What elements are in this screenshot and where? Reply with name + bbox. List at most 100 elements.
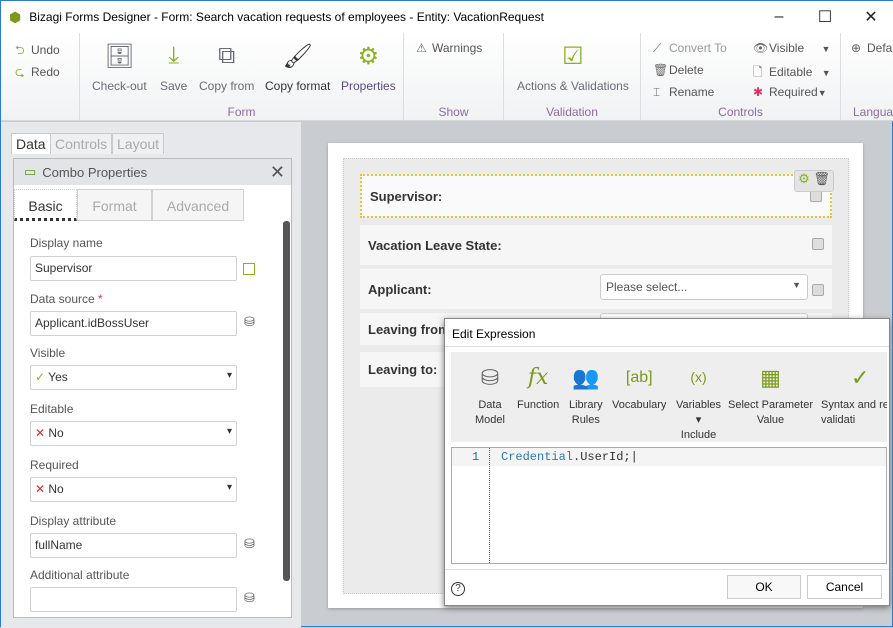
display-attribute-input[interactable]: fullName bbox=[30, 533, 237, 558]
app-logo-icon: ⬢ bbox=[9, 8, 22, 25]
row-checkbox[interactable] bbox=[812, 238, 824, 250]
combo-icon: ▭ bbox=[24, 164, 37, 179]
gear-icon[interactable]: ⚙ bbox=[798, 171, 810, 186]
ribbon: ⮌ Undo ⮎ Redo 🗄 Check-out ⤓ Save ⧉ Copy from … bbox=[1, 33, 893, 121]
tab-data[interactable]: Data bbox=[11, 133, 51, 154]
warning-icon: ⚠ bbox=[416, 41, 427, 55]
asterisk-icon: ✱ bbox=[753, 85, 764, 99]
delete-button[interactable]: 🗑Delete bbox=[653, 63, 704, 77]
select-parameter-value-button[interactable]: ▦ Select Parameter Value bbox=[728, 360, 813, 428]
validation-group-label: Validation bbox=[546, 105, 598, 119]
properties-button[interactable]: ⚙ Properties bbox=[341, 39, 396, 94]
help-icon[interactable]: ? bbox=[451, 582, 465, 596]
data-source-input[interactable]: Applicant.idBossUser bbox=[30, 311, 237, 336]
minimize-button[interactable]: – bbox=[756, 1, 802, 33]
display-name-label: Display name bbox=[30, 236, 103, 250]
form-row-supervisor[interactable]: Supervisor: ⚙ 🗑 bbox=[360, 170, 834, 218]
validation-group: ☑ Actions & Validations Validation bbox=[504, 33, 641, 121]
visible-select[interactable]: ✓ Yes bbox=[30, 365, 237, 390]
variables-dropdown[interactable]: (x) Variables ▾ Include bbox=[676, 360, 721, 443]
scrollbar[interactable] bbox=[283, 221, 290, 581]
rename-label: Rename bbox=[669, 85, 715, 99]
required-dropdown[interactable]: ✱ Required▼ bbox=[753, 85, 827, 99]
copy-from-label: Copy from bbox=[199, 79, 255, 93]
show-group: ⚠ Warnings Show bbox=[404, 33, 504, 121]
expression-toolbar: ⛁ Data Model fx Function 👥 Library Rules [a… bbox=[451, 352, 887, 442]
convert-to-label: Convert To bbox=[669, 41, 727, 55]
cancel-button[interactable]: Cancel bbox=[807, 575, 882, 599]
form-row-applicant[interactable]: Applicant: Please select... ▼ bbox=[360, 269, 832, 309]
warnings-button[interactable]: ⚠ Warnings bbox=[416, 41, 482, 55]
visible-label: Visible bbox=[30, 346, 66, 360]
close-panel-icon[interactable]: ✕ bbox=[270, 162, 285, 183]
data-model-button[interactable]: ⛁ Data Model bbox=[475, 360, 505, 428]
combo-properties-panel: ▭ Combo Properties ✕ Basic Format Advanc… bbox=[13, 158, 292, 618]
rename-button[interactable]: ⌶ Rename bbox=[653, 85, 714, 100]
form-row-vacation-leave-state[interactable]: Vacation Leave State: bbox=[360, 225, 832, 265]
trash-icon[interactable]: 🗑 bbox=[813, 171, 830, 186]
row-toolbar: ⚙ 🗑 bbox=[794, 170, 834, 192]
display-name-input[interactable]: Supervisor bbox=[30, 256, 237, 281]
title-bar: ⬢ Bizagi Forms Designer - Form: Search v… bbox=[1, 1, 893, 33]
redo-label: Redo bbox=[31, 65, 60, 79]
trash-icon: 🗑 bbox=[653, 63, 669, 77]
convert-to-button[interactable]: ⟋ Convert To bbox=[653, 41, 727, 56]
panel-header: ▭ Combo Properties ✕ bbox=[14, 159, 291, 185]
applicant-select[interactable]: Please select... ▼ bbox=[600, 274, 808, 300]
checkbox-check-icon: ☑ bbox=[562, 42, 584, 70]
undo-button[interactable]: ⮌ Undo bbox=[15, 41, 60, 62]
wand-icon: ⟋ bbox=[653, 41, 662, 55]
eye-icon: 👁 bbox=[753, 41, 769, 55]
editable-select[interactable]: ✕ No bbox=[30, 421, 237, 446]
undo-label: Undo bbox=[31, 43, 60, 57]
default-language-button[interactable]: ⊕ Defa bbox=[851, 41, 892, 55]
maximize-button[interactable]: ☐ bbox=[802, 1, 848, 33]
redo-button[interactable]: ⮎ Redo bbox=[15, 63, 60, 84]
function-button[interactable]: fx Function bbox=[517, 360, 559, 413]
window-title: Bizagi Forms Designer - Form: Search vac… bbox=[29, 10, 544, 24]
edit-page-icon: 🗋 bbox=[753, 65, 763, 79]
tab-layout[interactable]: Layout bbox=[112, 133, 165, 154]
tab-advanced[interactable]: Advanced bbox=[152, 189, 244, 221]
save-button[interactable]: ⤓ Save bbox=[160, 39, 187, 93]
save-label: Save bbox=[160, 79, 188, 93]
ok-button[interactable]: OK bbox=[727, 575, 801, 599]
syntax-validation-button[interactable]: ✓ Syntax and re validati bbox=[821, 360, 887, 428]
row-label: Vacation Leave State: bbox=[368, 237, 502, 253]
row-checkbox[interactable] bbox=[812, 284, 824, 296]
database-add-icon[interactable]: ⛁ bbox=[244, 536, 255, 552]
variables-icon: (x) bbox=[690, 368, 707, 385]
controls-group-label: Controls bbox=[718, 105, 763, 119]
tab-basic[interactable]: Basic bbox=[14, 189, 77, 221]
actions-validations-button[interactable]: ☑ Actions & Validations bbox=[517, 39, 629, 94]
copy-from-button[interactable]: ⧉ Copy from bbox=[199, 39, 254, 93]
check-out-button[interactable]: 🗄 Check-out bbox=[92, 39, 147, 94]
default-language-label: Defa bbox=[867, 41, 893, 55]
tab-controls[interactable]: Controls bbox=[50, 133, 113, 154]
language-group-label: Langua bbox=[853, 105, 893, 119]
display-attribute-label: Display attribute bbox=[30, 514, 117, 528]
delete-label: Delete bbox=[669, 63, 704, 77]
copy-format-button[interactable]: 🖌 Copy format bbox=[265, 39, 330, 94]
required-select[interactable]: ✕ No bbox=[30, 477, 237, 502]
database-add-icon[interactable]: ⛁ bbox=[244, 590, 255, 606]
localize-checkbox[interactable] bbox=[243, 263, 255, 275]
properties-label: Properties bbox=[341, 79, 396, 93]
vocabulary-button[interactable]: [ab] Vocabulary bbox=[612, 360, 666, 413]
library-rules-icon: 👥 bbox=[572, 364, 600, 390]
controls-group: ⟋ Convert To 🗑Delete ⌶ Rename 👁Visible ▼ 🗋… bbox=[641, 33, 841, 121]
expression-editor[interactable]: 1 Credential.UserId;| bbox=[451, 447, 887, 564]
server-icon: 🗄 bbox=[104, 42, 135, 70]
additional-attribute-input[interactable] bbox=[30, 587, 237, 612]
dialog-title: Edit Expression bbox=[452, 327, 536, 341]
row-label: Leaving to: bbox=[368, 362, 438, 377]
tab-format[interactable]: Format bbox=[77, 189, 152, 221]
library-rules-button[interactable]: 👥 Library Rules bbox=[569, 360, 603, 428]
close-button[interactable]: ✕ bbox=[848, 1, 893, 33]
editable-dropdown[interactable]: 🗋 Editable ▼ bbox=[753, 63, 831, 84]
database-add-icon[interactable]: ⛁ bbox=[244, 314, 255, 330]
code-line: Credential.UserId;| bbox=[501, 450, 638, 464]
show-group-label: Show bbox=[438, 105, 469, 119]
visible-dropdown[interactable]: 👁Visible ▼ bbox=[753, 41, 830, 55]
save-icon: ⤓ bbox=[168, 42, 179, 69]
